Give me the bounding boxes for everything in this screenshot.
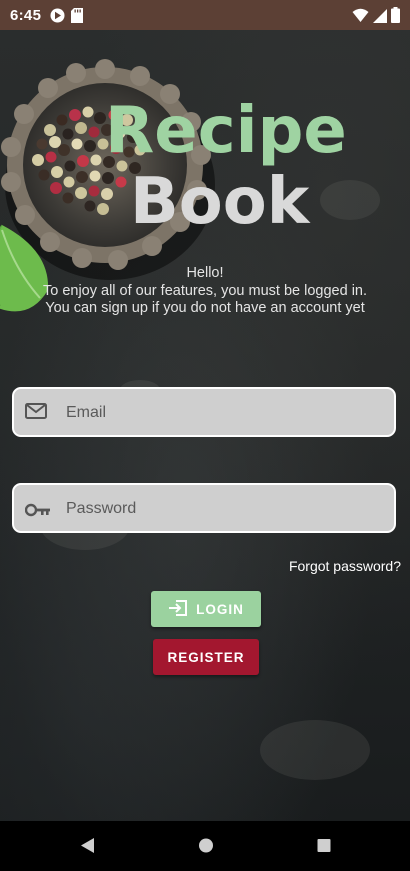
home-circle-icon[interactable] (198, 837, 214, 858)
email-field[interactable] (12, 387, 396, 437)
recents-square-icon[interactable] (316, 837, 332, 858)
status-bar: 6:45 (0, 0, 410, 30)
play-protect-icon (50, 8, 65, 28)
cell-signal-icon (373, 8, 387, 28)
sd-card-icon (71, 8, 83, 28)
greeting-text: Hello! (186, 265, 224, 281)
navigation-bar (0, 821, 410, 871)
back-triangle-icon[interactable] (80, 837, 96, 858)
password-field[interactable] (12, 483, 396, 533)
forgot-password-link[interactable]: Forgot password? (289, 558, 401, 574)
key-icon (24, 502, 51, 521)
login-label: LOGIN (196, 601, 244, 617)
wifi-icon (352, 8, 369, 28)
battery-icon (391, 7, 400, 28)
register-label: REGISTER (167, 649, 245, 665)
logo-line-book: Book (130, 165, 311, 239)
password-input[interactable] (64, 485, 388, 533)
register-button[interactable]: REGISTER (153, 639, 259, 675)
logo-line-recipe: Recipe (105, 94, 347, 168)
login-button[interactable]: LOGIN (151, 591, 261, 627)
status-time: 6:45 (10, 7, 42, 24)
recipe-book-logo: Recipe Book (105, 94, 347, 239)
envelope-icon (25, 402, 47, 424)
login-required-text: To enjoy all of our features, you must b… (42, 282, 368, 317)
email-input[interactable] (64, 389, 388, 437)
login-arrow-icon (168, 599, 188, 620)
intro-message: Hello! To enjoy all of our features, you… (30, 265, 380, 318)
